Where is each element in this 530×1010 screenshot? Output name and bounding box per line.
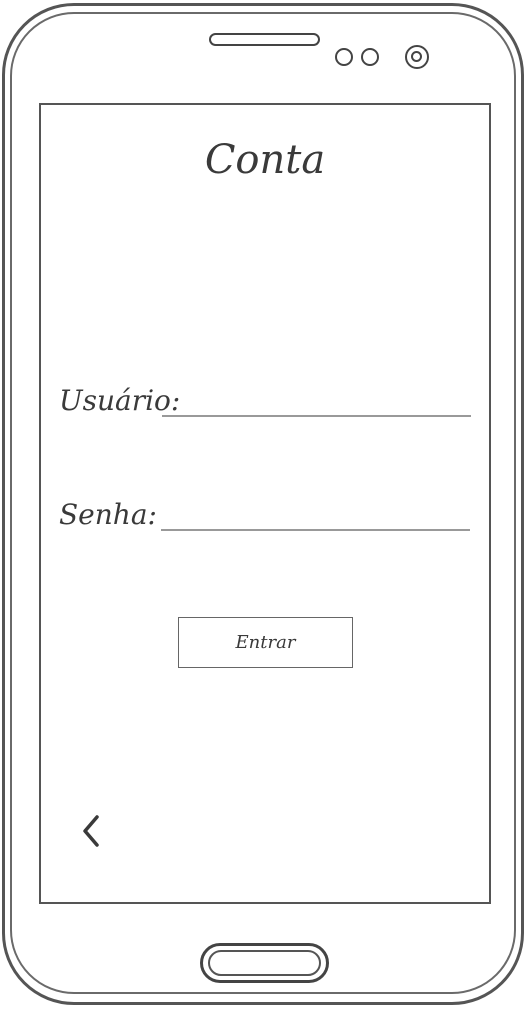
back-button[interactable] [80,811,104,851]
chevron-left-icon [83,815,99,847]
front-camera-icon [405,45,429,69]
proximity-sensor-icon [335,48,353,66]
username-input[interactable] [162,393,471,417]
login-button[interactable]: Entrar [178,617,353,668]
home-button[interactable] [200,943,329,983]
page-title: Conta [204,137,326,183]
password-input[interactable] [161,507,470,531]
light-sensor-icon [361,48,379,66]
speaker-grille-icon [209,33,320,46]
phone-mockup: Conta Usuário: Senha: Entrar [0,0,530,1010]
password-label: Senha: [59,498,157,531]
